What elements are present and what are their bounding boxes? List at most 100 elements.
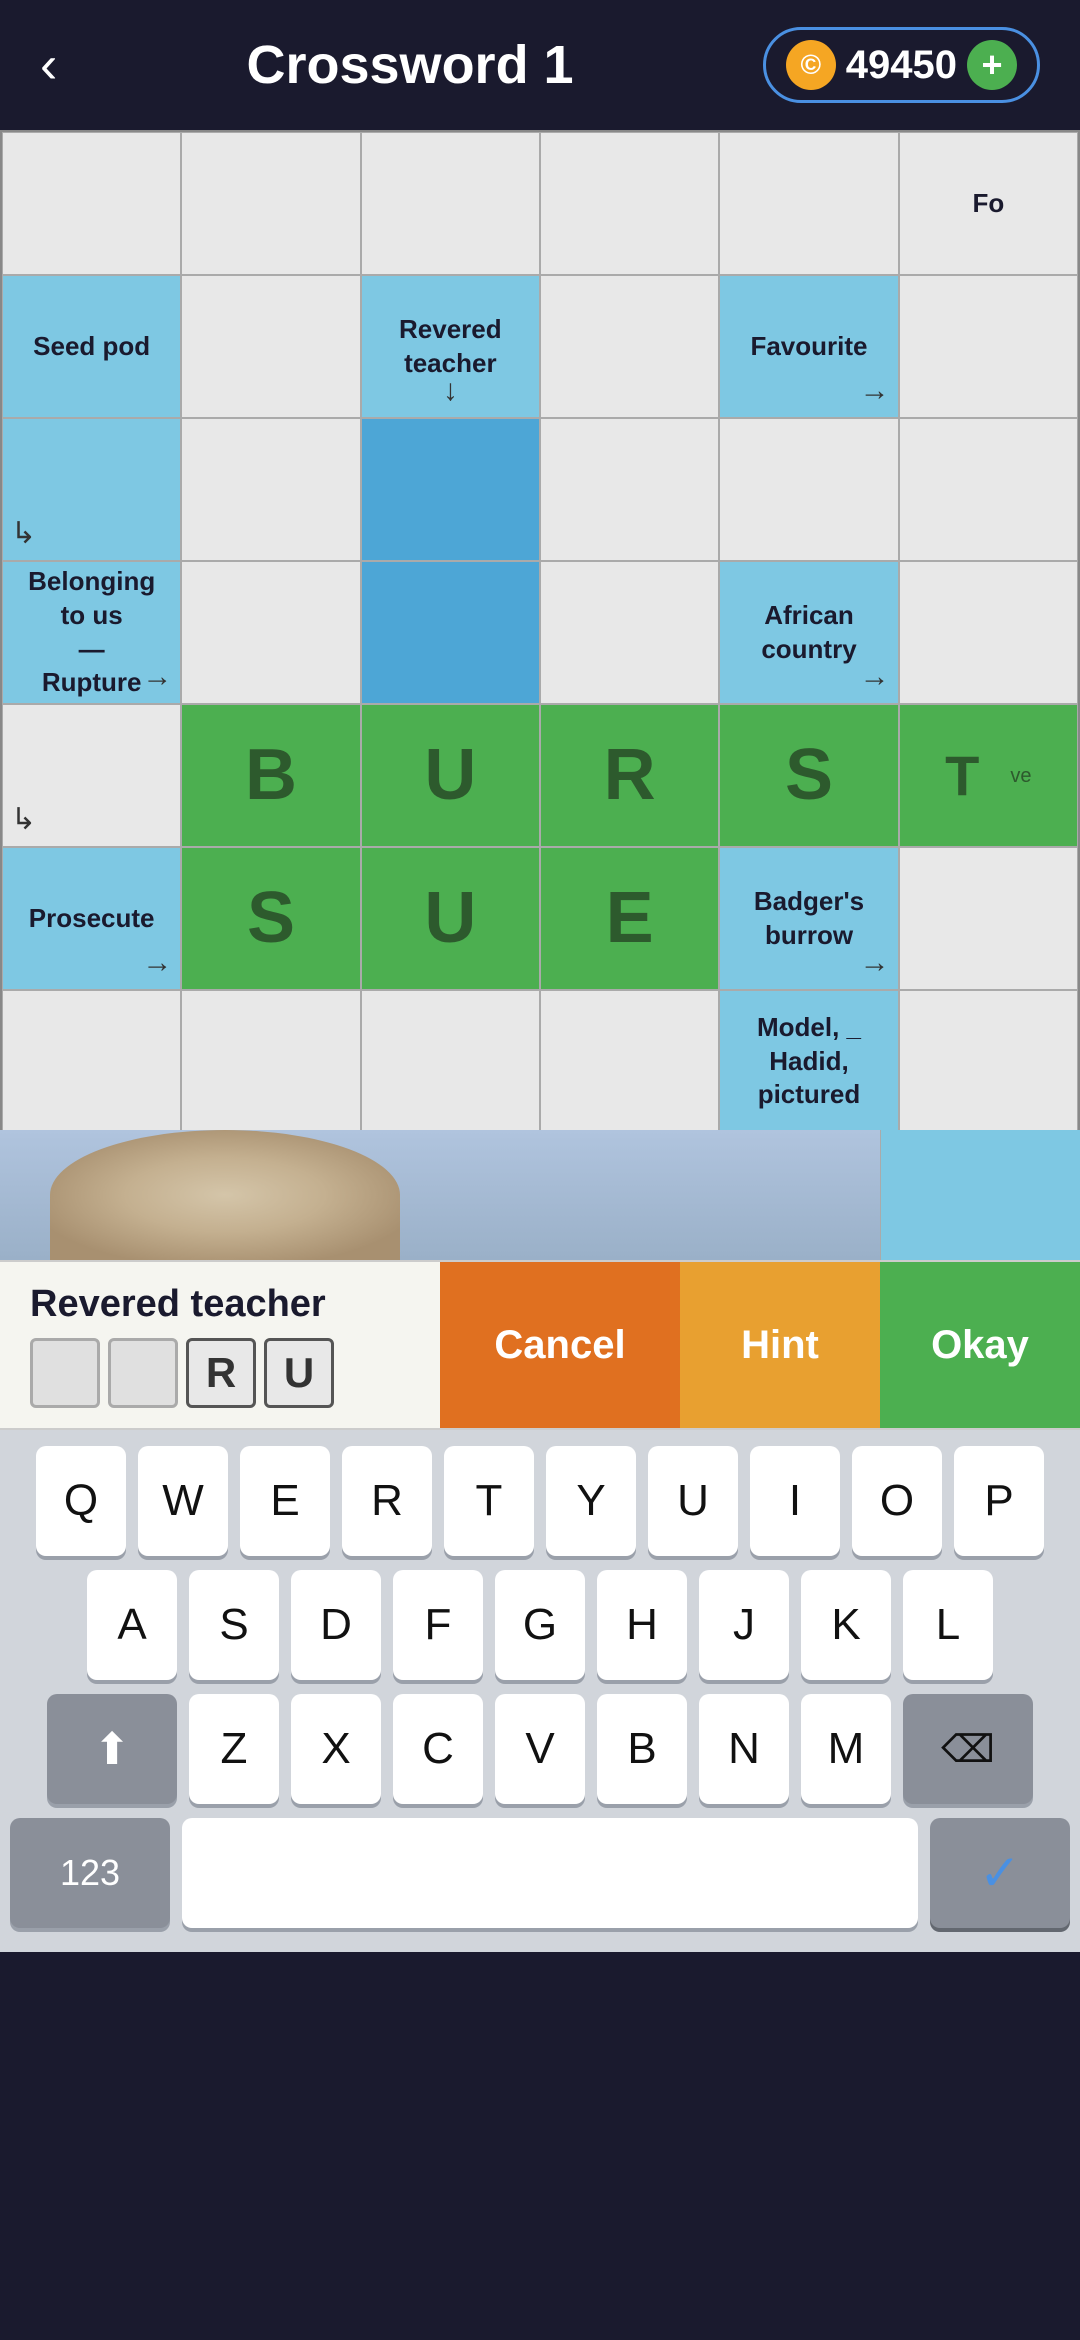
cell-1-4-favourite[interactable]: Favourite <box>719 275 898 418</box>
key-J[interactable]: J <box>699 1570 789 1680</box>
cell-6-5[interactable] <box>899 990 1078 1130</box>
key-B[interactable]: B <box>597 1694 687 1804</box>
cell-6-3[interactable] <box>540 990 719 1130</box>
model-clue: Model, _Hadid,pictured <box>757 1011 861 1112</box>
cell-6-0[interactable] <box>2 990 181 1130</box>
cell-0-2[interactable] <box>361 132 540 275</box>
coin-amount: 49450 <box>846 43 957 88</box>
cell-3-3[interactable] <box>540 561 719 704</box>
cell-0-3[interactable] <box>540 132 719 275</box>
key-E[interactable]: E <box>240 1446 330 1556</box>
cell-1-1[interactable] <box>181 275 360 418</box>
cell-6-1[interactable] <box>181 990 360 1130</box>
answer-box-1[interactable] <box>30 1338 100 1408</box>
model-clue-side <box>880 1130 1080 1260</box>
key-H[interactable]: H <box>597 1570 687 1680</box>
seed-pod-clue: Seed pod <box>33 330 150 364</box>
key-X[interactable]: X <box>291 1694 381 1804</box>
cell-2-1[interactable] <box>181 418 360 561</box>
grid-container: Fo Seed pod Reveredteacher Favourite Bel… <box>0 130 1080 1130</box>
shift-key[interactable]: ⬆ <box>47 1694 177 1804</box>
cell-0-1[interactable] <box>181 132 360 275</box>
top-bar: ‹ Crossword 1 © 49450 + <box>0 0 1080 130</box>
cell-5-5[interactable] <box>899 847 1078 990</box>
add-coins-button[interactable]: + <box>967 40 1017 90</box>
cancel-button[interactable]: Cancel <box>440 1262 680 1428</box>
cell-3-4-african[interactable]: Africancountry <box>719 561 898 704</box>
answer-box-2[interactable] <box>108 1338 178 1408</box>
key-A[interactable]: A <box>87 1570 177 1680</box>
cell-4-1-B[interactable]: B <box>181 704 360 847</box>
key-R[interactable]: R <box>342 1446 432 1556</box>
african-country-clue: Africancountry <box>761 599 856 667</box>
cell-5-2-U[interactable]: U <box>361 847 540 990</box>
keyboard: Q W E R T Y U I O P A S D F G H J K L ⬆ … <box>0 1430 1080 1952</box>
backspace-key[interactable]: ⌫ <box>903 1694 1033 1804</box>
clue-bar: Revered teacher R U Cancel Hint Okay <box>0 1260 1080 1430</box>
cell-5-0-prosecute[interactable]: Prosecute <box>2 847 181 990</box>
cell-2-2[interactable] <box>361 418 540 561</box>
cell-3-2[interactable] <box>361 561 540 704</box>
key-W[interactable]: W <box>138 1446 228 1556</box>
key-O[interactable]: O <box>852 1446 942 1556</box>
coin-icon: © <box>786 40 836 90</box>
clue-buttons: Cancel Hint Okay <box>440 1262 1080 1428</box>
key-M[interactable]: M <box>801 1694 891 1804</box>
cell-0-5[interactable]: Fo <box>899 132 1078 275</box>
key-U[interactable]: U <box>648 1446 738 1556</box>
answer-box-4[interactable]: U <box>264 1338 334 1408</box>
cell-3-5[interactable] <box>899 561 1078 704</box>
person-image <box>50 1130 400 1260</box>
keyboard-row-1: Q W E R T Y U I O P <box>10 1446 1070 1556</box>
belonging-clue: Belongingto us—Rupture <box>28 565 155 700</box>
revered-teacher-clue-top: Reveredteacher <box>399 313 502 381</box>
key-D[interactable]: D <box>291 1570 381 1680</box>
cell-1-3[interactable] <box>540 275 719 418</box>
key-V[interactable]: V <box>495 1694 585 1804</box>
cell-5-4-badger[interactable]: Badger'sburrow <box>719 847 898 990</box>
back-button[interactable]: ‹ <box>40 35 57 95</box>
key-K[interactable]: K <box>801 1570 891 1680</box>
cell-4-2-U[interactable]: U <box>361 704 540 847</box>
done-key[interactable]: ✓ <box>930 1818 1070 1928</box>
numbers-key[interactable]: 123 <box>10 1818 170 1928</box>
key-Z[interactable]: Z <box>189 1694 279 1804</box>
cell-2-5[interactable] <box>899 418 1078 561</box>
keyboard-row-bottom: 123 ✓ <box>10 1818 1070 1928</box>
cell-1-0[interactable]: Seed pod <box>2 275 181 418</box>
cell-4-0[interactable] <box>2 704 181 847</box>
space-key[interactable] <box>182 1818 918 1928</box>
cell-3-0-belonging[interactable]: Belongingto us—Rupture <box>2 561 181 704</box>
cell-4-4-S[interactable]: S <box>719 704 898 847</box>
cell-0-4[interactable] <box>719 132 898 275</box>
cell-6-4-model[interactable]: Model, _Hadid,pictured <box>719 990 898 1130</box>
key-C[interactable]: C <box>393 1694 483 1804</box>
cell-0-0[interactable] <box>2 132 181 275</box>
answer-box-3[interactable]: R <box>186 1338 256 1408</box>
cell-5-1-S[interactable]: S <box>181 847 360 990</box>
key-N[interactable]: N <box>699 1694 789 1804</box>
key-I[interactable]: I <box>750 1446 840 1556</box>
key-T[interactable]: T <box>444 1446 534 1556</box>
prosecute-clue: Prosecute <box>29 902 155 936</box>
clue-text-area: Revered teacher R U <box>0 1263 440 1428</box>
key-S[interactable]: S <box>189 1570 279 1680</box>
cell-1-5[interactable] <box>899 275 1078 418</box>
key-Y[interactable]: Y <box>546 1446 636 1556</box>
cell-2-4[interactable] <box>719 418 898 561</box>
cell-4-3-R[interactable]: R <box>540 704 719 847</box>
key-L[interactable]: L <box>903 1570 993 1680</box>
cell-1-2-revered[interactable]: Reveredteacher <box>361 275 540 418</box>
cell-5-3-E[interactable]: E <box>540 847 719 990</box>
cell-6-2[interactable] <box>361 990 540 1130</box>
cell-4-5-T[interactable]: T ve <box>899 704 1078 847</box>
okay-button[interactable]: Okay <box>880 1262 1080 1428</box>
hint-button[interactable]: Hint <box>680 1262 880 1428</box>
cell-2-3[interactable] <box>540 418 719 561</box>
key-P[interactable]: P <box>954 1446 1044 1556</box>
cell-2-0[interactable] <box>2 418 181 561</box>
key-Q[interactable]: Q <box>36 1446 126 1556</box>
cell-3-1[interactable] <box>181 561 360 704</box>
key-G[interactable]: G <box>495 1570 585 1680</box>
key-F[interactable]: F <box>393 1570 483 1680</box>
